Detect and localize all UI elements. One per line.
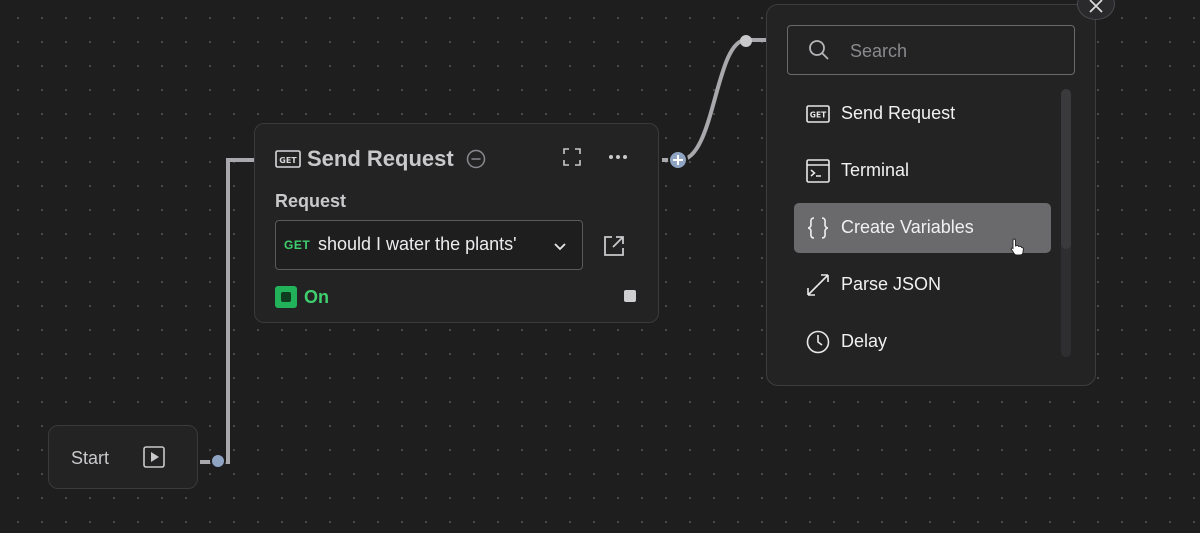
start-node[interactable]: Start: [48, 425, 198, 489]
clock-icon: [806, 330, 830, 354]
node-title: Send Request: [307, 146, 454, 171]
node-header: GET Send Request: [275, 146, 486, 172]
send-request-node[interactable]: GET Send Request Request GET should I wa…: [254, 123, 659, 323]
picker-item-send-request[interactable]: GET Send Request: [794, 89, 1051, 139]
enabled-toggle[interactable]: [275, 286, 297, 308]
picker-item-label: Parse JSON: [841, 274, 942, 294]
edge-request-to-picker: [662, 38, 766, 162]
search-box[interactable]: [787, 25, 1075, 75]
picker-scrollbar[interactable]: [1061, 89, 1071, 357]
picker-item-label: Send Request: [841, 103, 956, 123]
picker-scrollbar-thumb[interactable]: [1061, 89, 1071, 249]
terminal-icon: [806, 159, 830, 183]
method-badge: GET: [284, 238, 311, 252]
search-input[interactable]: [848, 38, 1052, 64]
chevron-down-icon: [554, 243, 566, 251]
hand-cursor-icon: [1010, 238, 1024, 256]
edge-start-to-request: [200, 158, 254, 464]
picker-item-delay[interactable]: Delay: [794, 317, 1051, 367]
close-icon: [1089, 0, 1103, 13]
node-picker-panel: GET Send Request Terminal Create Variabl…: [766, 4, 1096, 386]
start-node-label: Start: [71, 448, 110, 468]
status-indicator: [624, 290, 636, 302]
picker-item-parse-json[interactable]: Parse JSON: [794, 260, 1051, 310]
add-node-handle[interactable]: [668, 150, 688, 170]
start-output-handle: [210, 453, 226, 469]
picker-item-label: Terminal: [841, 160, 910, 180]
braces-icon: [807, 217, 829, 239]
more-options-icon[interactable]: [607, 148, 629, 166]
play-icon[interactable]: [143, 446, 165, 468]
search-icon: [809, 40, 829, 60]
enabled-toggle-label: On: [304, 287, 329, 307]
open-external-icon[interactable]: [602, 234, 626, 258]
picker-item-label: Delay: [841, 331, 888, 351]
collapse-icon[interactable]: [466, 149, 486, 169]
picker-item-terminal[interactable]: Terminal: [794, 146, 1051, 196]
get-icon: GET: [275, 150, 301, 168]
request-field-label: Request: [275, 191, 347, 211]
arrows-icon: [807, 274, 829, 296]
svg-text:GET: GET: [279, 156, 297, 165]
expand-icon[interactable]: [563, 148, 581, 166]
picker-item-label: Create Variables: [841, 217, 974, 237]
request-select-value: should I water the plants': [318, 234, 517, 254]
svg-text:GET: GET: [810, 111, 827, 120]
get-icon: GET: [806, 105, 830, 123]
picker-input-handle: [740, 35, 752, 47]
request-select[interactable]: GET should I water the plants': [275, 220, 583, 270]
